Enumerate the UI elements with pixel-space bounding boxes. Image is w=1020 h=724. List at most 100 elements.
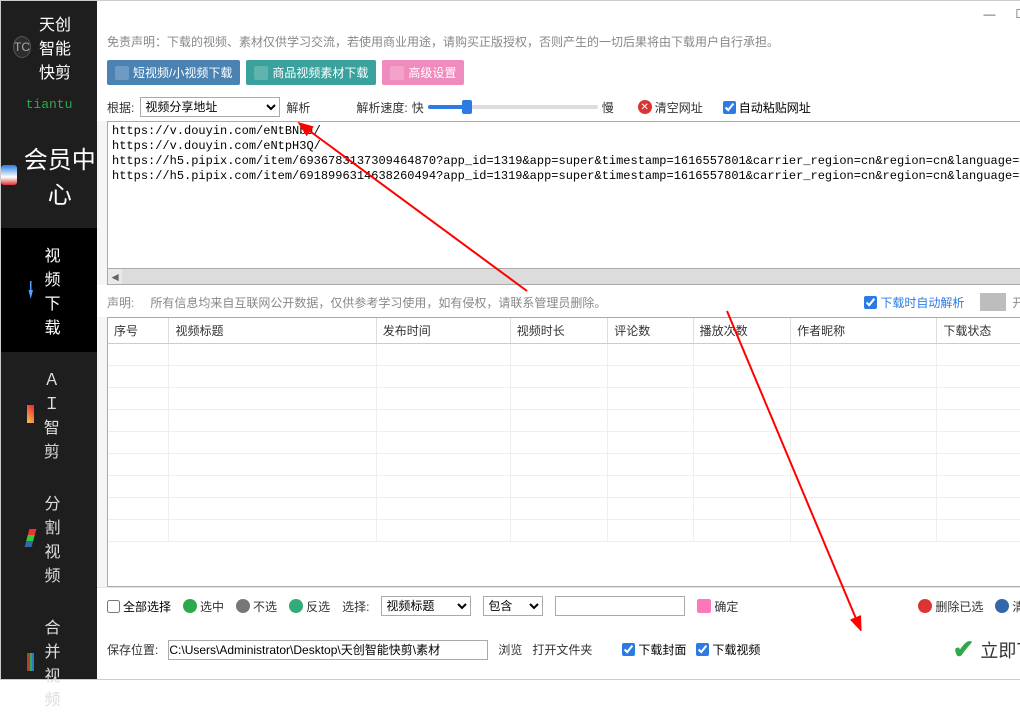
delete-selected-button[interactable]: 删除已选 <box>918 598 983 615</box>
dl-video-input[interactable] <box>696 643 709 656</box>
table-header[interactable]: 视频标题 <box>169 318 376 344</box>
clear-icon: ✕ <box>638 100 652 114</box>
invert-label: 反选 <box>306 598 330 615</box>
statement-row: 声明: 所有信息均来自互联网公开数据，仅供参考学习使用，如有侵权，请联系管理员删… <box>97 285 1020 317</box>
select-all-input[interactable] <box>107 600 120 613</box>
table-row[interactable] <box>108 432 1020 454</box>
auto-paste-checkbox[interactable]: 自动粘贴网址 <box>723 99 811 116</box>
start-parse-button[interactable]: 开始解析 <box>980 293 1020 311</box>
browse-button[interactable]: 浏览 <box>498 641 522 658</box>
nav-label: Ａ Ｉ 智剪 <box>44 366 71 462</box>
username: tiantu <box>1 93 97 122</box>
contain-select[interactable]: 包含 <box>483 596 543 616</box>
url-line: https://v.douyin.com/eNtBNbJ/ <box>112 124 1020 139</box>
split-icon <box>25 529 37 547</box>
pick-label: 选择: <box>342 598 369 615</box>
url-line: https://h5.pipix.com/item/69367831373094… <box>112 154 1020 169</box>
auto-parse-checkbox[interactable]: 下载时自动解析 <box>864 294 964 311</box>
table-row[interactable] <box>108 476 1020 498</box>
dl-cover-label: 下载封面 <box>638 641 686 658</box>
root-label: 根据: <box>107 99 134 116</box>
confirm-button[interactable]: 确定 <box>697 598 738 615</box>
nav-label: 视频下载 <box>44 242 71 338</box>
stmt-label: 声明: <box>107 294 134 311</box>
nav-video-download[interactable]: 视频下载 <box>1 228 97 352</box>
select-all-label: 全部选择 <box>123 598 171 615</box>
url-textarea[interactable]: https://v.douyin.com/eNtBNbJ/https://v.d… <box>107 121 1020 269</box>
auto-parse-input[interactable] <box>864 296 877 309</box>
nav-merge-video[interactable]: 合并视频 <box>1 600 97 724</box>
selection-toolbar: 全部选择 选中 不选 反选 选择: 视频标题 包含 确定 删除已选 清空表格 <box>97 587 1020 624</box>
nav-ai-cut[interactable]: Ａ Ｉ 智剪 <box>1 352 97 476</box>
start-parse-label: 开始解析 <box>1012 294 1020 311</box>
table-header[interactable]: 播放次数 <box>693 318 791 344</box>
unselect-label: 不选 <box>253 598 277 615</box>
table-row[interactable] <box>108 366 1020 388</box>
pick-column-select[interactable]: 视频标题 <box>381 596 471 616</box>
table-header[interactable]: 序号 <box>108 318 169 344</box>
table-header[interactable]: 作者昵称 <box>791 318 937 344</box>
auto-parse-label: 下载时自动解析 <box>880 294 964 311</box>
tab-label: 高级设置 <box>408 64 456 81</box>
disclaimer-text: 免责声明：下载的视频、素材仅供学习交流，若使用商业用途，请购买正版授权，否则产生… <box>97 27 1020 56</box>
clear-table-button[interactable]: 清空表格 <box>995 598 1020 615</box>
bottom-toolbar: 保存位置: 浏览 打开文件夹 下载封面 下载视频 ✔ 立即下载 <box>97 624 1020 679</box>
delete-icon <box>918 599 932 613</box>
table-row[interactable] <box>108 498 1020 520</box>
table-row[interactable] <box>108 410 1020 432</box>
clear-table-icon <box>995 599 1009 613</box>
top-tabs: 短视频/小视频下载 商品视频素材下载 高级设置 <box>97 56 1020 93</box>
scroll-left-icon[interactable]: ◄ <box>108 270 122 284</box>
minimize-button[interactable]: — <box>984 7 996 21</box>
member-center-link[interactable]: 会员中心 <box>1 132 97 228</box>
filter-input[interactable] <box>555 596 685 616</box>
scroll-track[interactable] <box>122 269 1020 284</box>
ai-icon <box>27 405 34 423</box>
app-window: TC 天创智能快剪 tiantu 会员中心 视频下载 Ａ Ｉ 智剪 分割视频 合… <box>0 0 1020 680</box>
invert-button[interactable]: 反选 <box>289 598 330 615</box>
tab-short-video[interactable]: 短视频/小视频下载 <box>107 60 240 85</box>
auto-paste-label: 自动粘贴网址 <box>739 99 811 116</box>
maximize-button[interactable]: ☐ <box>1016 7 1020 21</box>
table-row[interactable] <box>108 520 1020 542</box>
app-logo-icon: TC <box>13 36 31 58</box>
table-header[interactable]: 视频时长 <box>510 318 608 344</box>
url-scrollbar[interactable]: ◄ ► <box>107 269 1020 285</box>
select-all-checkbox[interactable]: 全部选择 <box>107 598 171 615</box>
confirm-label: 确定 <box>714 598 738 615</box>
stmt-text: 所有信息均来自互联网公开数据，仅供参考学习使用，如有侵权，请联系管理员删除。 <box>150 294 606 311</box>
open-folder-button[interactable]: 打开文件夹 <box>532 641 592 658</box>
table-header[interactable]: 下载状态 <box>937 318 1020 344</box>
url-line: https://v.douyin.com/eNtpH3Q/ <box>112 139 1020 154</box>
table-row[interactable] <box>108 344 1020 366</box>
tab-advanced[interactable]: 高级设置 <box>382 60 464 85</box>
select-button[interactable]: 选中 <box>183 598 224 615</box>
parse-button[interactable]: 解析 <box>286 99 310 116</box>
nav-label: 合并视频 <box>44 614 71 710</box>
unselect-button[interactable]: 不选 <box>236 598 277 615</box>
nav-label: 分割视频 <box>44 490 71 586</box>
member-center-label: 会员中心 <box>23 140 98 210</box>
table-row[interactable] <box>108 454 1020 476</box>
fast-label: 快 <box>412 99 424 116</box>
download-now-button[interactable]: ✔ 立即下载 <box>945 632 1020 667</box>
download-cover-checkbox[interactable]: 下载封面 <box>622 641 686 658</box>
save-path-input[interactable] <box>168 640 488 660</box>
download-video-checkbox[interactable]: 下载视频 <box>696 641 760 658</box>
speed-label: 解析速度: <box>356 99 407 116</box>
table-header[interactable]: 发布时间 <box>376 318 510 344</box>
auto-paste-input[interactable] <box>723 101 736 114</box>
dl-video-label: 下载视频 <box>712 641 760 658</box>
check-icon <box>183 599 197 613</box>
tab-label: 商品视频素材下载 <box>272 64 368 81</box>
source-select[interactable]: 视频分享地址 <box>140 97 280 117</box>
speed-slider[interactable] <box>428 105 598 109</box>
clear-urls-button[interactable]: ✕ 清空网址 <box>638 99 703 116</box>
table-header[interactable]: 评论数 <box>608 318 693 344</box>
tab-product-video[interactable]: 商品视频素材下载 <box>246 60 376 85</box>
dl-cover-input[interactable] <box>622 643 635 656</box>
table-row[interactable] <box>108 388 1020 410</box>
tab-label: 短视频/小视频下载 <box>133 64 232 81</box>
slider-thumb-icon[interactable] <box>462 100 472 114</box>
nav-split-video[interactable]: 分割视频 <box>1 476 97 600</box>
